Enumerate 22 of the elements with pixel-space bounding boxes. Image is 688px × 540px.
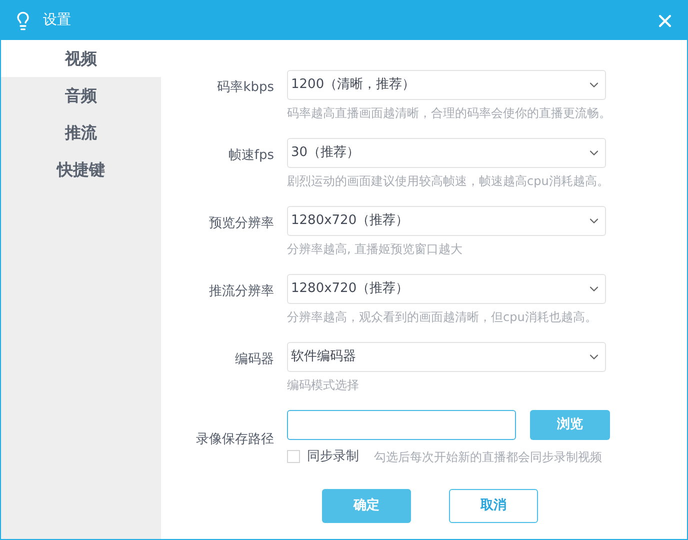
hint-text: 分辨率越高, 直播姬预览窗口越大 — [287, 241, 464, 258]
field-label: 帧速fps — [227, 147, 275, 165]
hint-text: 编码模式选择 — [287, 377, 360, 394]
sidebar-item[interactable]: 视频 — [1, 40, 161, 77]
field-label: 推流分辨率 — [208, 283, 275, 301]
dropdown[interactable]: 1200（清晰，推荐） — [287, 70, 606, 100]
field-label: 编码器 — [234, 351, 275, 369]
field-label: 预览分辨率 — [208, 215, 275, 233]
field-label: 录像保存路径 — [195, 431, 275, 449]
checkbox[interactable] — [287, 450, 300, 464]
dropdown[interactable]: 30（推荐） — [287, 138, 606, 168]
window-title: 设置 — [43, 11, 71, 30]
hint-text: 勾选后每次开始新的直播都会同步录制视频 — [374, 448, 602, 466]
hint-text: 剧烈运动的画面建议使用较高帧速，帧速越高cpu消耗越高。 — [287, 173, 609, 190]
dropdown[interactable]: 1280x720（推荐） — [287, 274, 606, 304]
dropdown[interactable]: 1280x720（推荐） — [287, 206, 606, 236]
dropdown[interactable]: 软件编码器 — [287, 342, 606, 372]
path-input[interactable] — [287, 410, 516, 440]
field-label: 码率kbps — [216, 79, 275, 97]
hint-text: 码率越高直播画面越清晰，合理的码率会使你的直播更流畅。 — [287, 105, 611, 122]
hint-text: 分辨率越高，观众看到的画面越清晰，但cpu消耗也越高。 — [287, 309, 598, 326]
checkbox-label[interactable]: 同步录制 — [307, 447, 359, 466]
